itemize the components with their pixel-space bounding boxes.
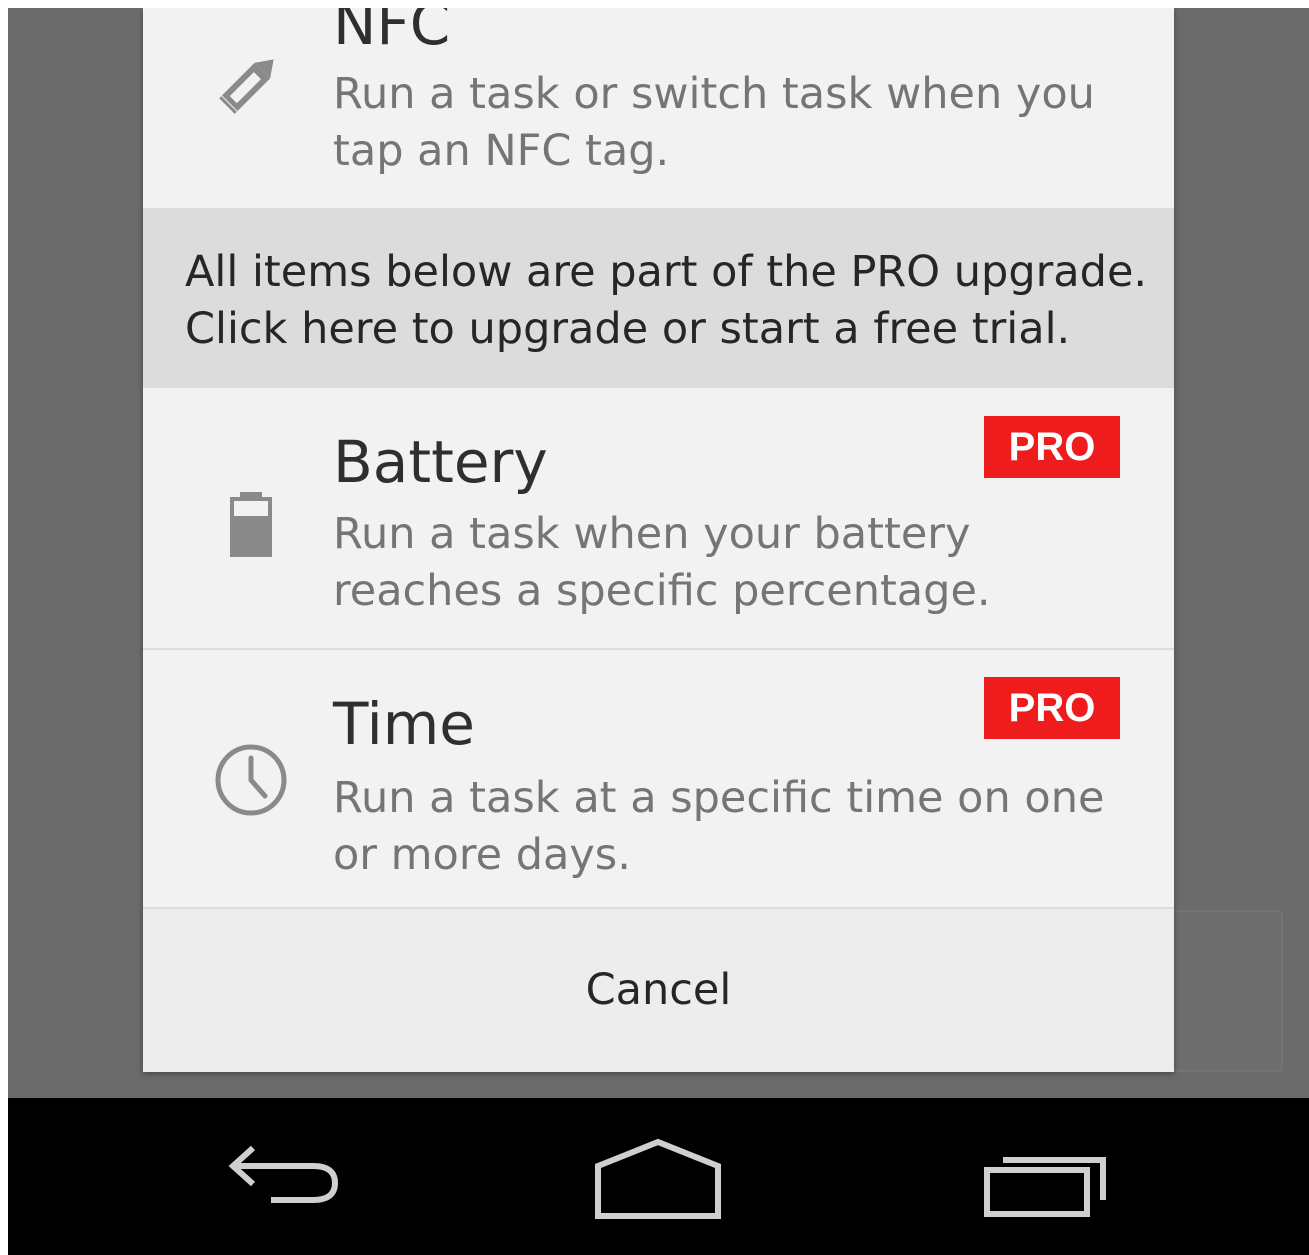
list-item-battery[interactable]: Battery Run a task when your battery rea… <box>143 388 1174 648</box>
item-description: Run a task at a specific time on one or … <box>333 773 1105 880</box>
screen: NFC Run a task or switch task when you t… <box>8 8 1309 1255</box>
item-title: Time <box>333 690 475 758</box>
pro-badge: PRO <box>984 677 1120 739</box>
item-description: Run a task when your battery reaches a s… <box>333 509 991 616</box>
trigger-picker-dialog: NFC Run a task or switch task when you t… <box>143 8 1174 1072</box>
pro-badge: PRO <box>984 416 1120 478</box>
list-item-time[interactable]: Time Run a task at a specific time on on… <box>143 650 1174 907</box>
pro-upgrade-banner[interactable]: All items below are part of the PRO upgr… <box>143 208 1174 388</box>
cancel-button[interactable]: Cancel <box>143 909 1174 1072</box>
list-item-nfc[interactable]: NFC Run a task or switch task when you t… <box>143 8 1174 208</box>
item-description: Run a task or switch task when you tap a… <box>333 69 1095 176</box>
background-card <box>1158 910 1283 1072</box>
back-icon[interactable] <box>213 1136 353 1226</box>
battery-icon <box>230 492 272 557</box>
pro-banner-text: All items below are part of the PRO upgr… <box>185 247 1148 354</box>
home-icon[interactable] <box>588 1136 728 1226</box>
item-title: NFC <box>333 8 451 58</box>
clock-icon <box>215 744 287 816</box>
item-title: Battery <box>333 428 548 496</box>
pencil-icon <box>219 59 274 114</box>
recents-icon[interactable] <box>973 1136 1113 1226</box>
navigation-bar <box>8 1098 1309 1255</box>
